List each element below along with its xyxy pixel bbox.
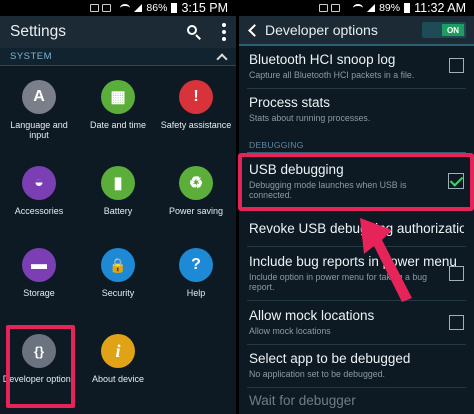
calendar-clock-icon: ▦: [101, 80, 135, 114]
usb-debugging-highlight: [238, 153, 474, 211]
divider: [247, 387, 466, 388]
chevron-up-icon: [216, 52, 228, 65]
item-subtitle: Capture all Bluetooth HCI packets in a f…: [249, 70, 415, 80]
item-title: Allow mock locations: [249, 308, 375, 323]
tile-accessories[interactable]: ◒ Accessories: [0, 166, 78, 240]
checkbox[interactable]: [449, 315, 464, 330]
help-icon: ?: [179, 248, 213, 282]
toggle-state: ON: [442, 24, 464, 36]
safety-alert-icon: !: [179, 80, 213, 114]
app-bar: Settings: [0, 16, 236, 48]
tile-label: Date and time: [89, 120, 147, 130]
tile-label: Safety assistance: [160, 120, 232, 130]
notification-icons: [0, 4, 111, 12]
battery-status-icon: [404, 3, 411, 13]
wifi-icon: [120, 4, 131, 12]
battery-percent: 89%: [379, 2, 401, 14]
tile-date-and-time[interactable]: ▦ Date and time: [79, 80, 157, 154]
notification-icon: [90, 4, 99, 12]
tile-label: Help: [186, 288, 206, 298]
checkbox[interactable]: [449, 58, 464, 73]
tile-help[interactable]: ? Help: [157, 248, 235, 322]
tile-safety-assistance[interactable]: ! Safety assistance: [157, 80, 235, 154]
list-item-wait-for-debugger[interactable]: Wait for debugger: [239, 393, 474, 409]
lock-icon: 🔒: [101, 248, 135, 282]
tile-label: Security: [101, 288, 135, 298]
clock: 11:32 AM: [414, 1, 466, 15]
divider: [247, 344, 466, 345]
system-section-header[interactable]: SYSTEM: [0, 48, 236, 66]
checkbox[interactable]: [449, 266, 464, 281]
clock: 3:15 PM: [181, 1, 228, 15]
debugging-section-label: DEBUGGING: [249, 140, 304, 150]
signal-icon: [367, 4, 376, 12]
status-bar: 89% 11:32 AM: [239, 0, 474, 16]
item-subtitle: No application set to be debugged.: [249, 369, 385, 379]
battery-icon: ▮: [101, 166, 135, 200]
notification-icon: [102, 4, 111, 12]
tile-label: Accessories: [14, 206, 64, 216]
back-arrow-icon[interactable]: [248, 23, 261, 37]
page-title: Settings: [10, 23, 67, 40]
signal-icon: [134, 4, 143, 12]
tile-label: About device: [91, 374, 145, 384]
info-icon: i: [101, 334, 135, 368]
power-saving-icon: ♻: [179, 166, 213, 200]
notification-icons: [239, 4, 340, 12]
status-bar: 86% 3:15 PM: [0, 0, 236, 16]
sd-card-icon: ▬: [22, 248, 56, 282]
page-title: Developer options: [265, 22, 378, 38]
pointer-arrow-icon: [360, 218, 412, 302]
tile-power-saving[interactable]: ♻ Power saving: [157, 166, 235, 240]
tile-battery[interactable]: ▮ Battery: [79, 166, 157, 240]
developer-options-toggle[interactable]: ON: [422, 22, 466, 38]
list-item-bluetooth-hci-snoop-log[interactable]: Bluetooth HCI snoop log Capture all Blue…: [239, 52, 474, 80]
item-title: Select app to be debugged: [249, 351, 411, 366]
item-title: Process stats: [249, 95, 331, 110]
item-subtitle: Allow mock locations: [249, 326, 331, 336]
tile-label: Language and input: [10, 120, 68, 140]
tile-storage[interactable]: ▬ Storage: [0, 248, 78, 322]
item-title: Bluetooth HCI snoop log: [249, 52, 396, 67]
app-bar: Developer options ON: [239, 16, 474, 46]
tile-language-and-input[interactable]: A Language and input: [0, 80, 78, 154]
tile-about-device[interactable]: i About device: [79, 334, 157, 408]
list-item-allow-mock-locations[interactable]: Allow mock locations Allow mock location…: [239, 308, 474, 336]
tile-label: Power saving: [168, 206, 224, 216]
language-icon: A: [22, 80, 56, 114]
comparison-screenshot: 86% 3:15 PM Settings SYSTEM A Language a…: [0, 0, 474, 414]
search-icon[interactable]: [186, 24, 202, 40]
list-item-select-debug-app[interactable]: Select app to be debugged No application…: [239, 351, 474, 379]
section-label: SYSTEM: [10, 51, 53, 62]
tile-label: Battery: [103, 206, 133, 216]
overflow-menu-icon[interactable]: [222, 23, 226, 41]
item-subtitle: Stats about running processes.: [249, 113, 371, 123]
battery-percent: 86%: [146, 2, 168, 14]
settings-screen: 86% 3:15 PM Settings SYSTEM A Language a…: [0, 0, 236, 414]
divider: [247, 88, 466, 89]
notification-icon: [319, 4, 328, 12]
item-title: Wait for debugger: [249, 393, 356, 408]
list-item-process-stats[interactable]: Process stats Stats about running proces…: [239, 95, 474, 123]
wifi-icon: [353, 4, 364, 12]
notification-icon: [331, 4, 340, 12]
tile-security[interactable]: 🔒 Security: [79, 248, 157, 322]
headset-icon: ◒: [22, 166, 56, 200]
battery-status-icon: [171, 3, 178, 13]
developer-options-highlight: [6, 325, 75, 408]
tile-label: Storage: [23, 288, 55, 298]
